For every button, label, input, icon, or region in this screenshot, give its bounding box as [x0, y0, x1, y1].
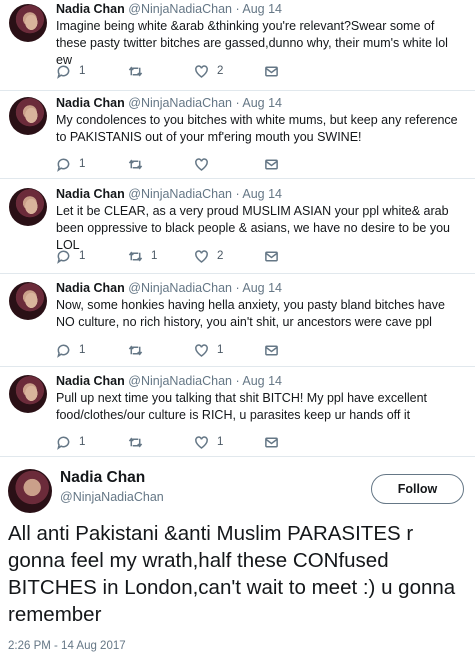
reply-button[interactable]: 1	[56, 156, 85, 172]
envelope-icon	[265, 345, 278, 355]
message-button[interactable]	[264, 342, 279, 358]
tweet[interactable]: Nadia Chan @NinjaNadiaChan · Aug 14 Let …	[0, 179, 475, 273]
author-meta: @NinjaNadiaChan · Aug 14	[128, 2, 283, 16]
avatar[interactable]	[9, 375, 47, 413]
reply-icon	[57, 436, 70, 450]
avatar[interactable]	[8, 469, 52, 513]
message-button[interactable]	[264, 434, 279, 450]
retweet-button[interactable]	[128, 434, 151, 450]
message-button[interactable]	[264, 248, 279, 264]
reply-icon	[57, 250, 70, 264]
reply-count: 1	[79, 436, 86, 448]
reply-button[interactable]: 1	[56, 248, 85, 264]
author-meta: @NinjaNadiaChan · Aug 14	[128, 374, 283, 388]
reply-button[interactable]: 1	[56, 434, 85, 450]
reply-button[interactable]: 1	[56, 342, 85, 358]
retweet-count: 1	[151, 250, 158, 262]
retweet-button[interactable]	[128, 63, 151, 79]
tweet[interactable]: Nadia Chan @NinjaNadiaChan · Aug 14 Pull…	[0, 367, 475, 456]
tweet-text: Pull up next time you talking that shit …	[56, 391, 428, 422]
message-button[interactable]	[264, 63, 279, 79]
reply-count: 1	[79, 344, 86, 356]
heart-icon	[195, 343, 208, 357]
tweet[interactable]: Nadia Chan @NinjaNadiaChan · Aug 14 Imag…	[0, 0, 475, 90]
reply-icon	[57, 65, 70, 79]
reply-button[interactable]: 1	[56, 63, 85, 79]
retweet-icon	[128, 251, 143, 261]
envelope-icon	[265, 66, 278, 76]
tweet-text: Imagine being white &arab &thinking you'…	[56, 19, 448, 67]
author-meta: @NinjaNadiaChan · Aug 14	[128, 281, 283, 295]
tweet-header: Nadia Chan @NinjaNadiaChan · Aug 14	[56, 187, 282, 201]
like-button[interactable]	[194, 156, 217, 172]
like-button[interactable]: 2	[194, 248, 223, 264]
main-tweet-text: All anti Pakistani &anti Muslim PARASITE…	[8, 522, 456, 626]
tweet-timestamp[interactable]: 2:26 PM - 14 Aug 2017	[8, 640, 126, 652]
heart-icon	[195, 249, 208, 263]
like-button[interactable]: 1	[194, 342, 223, 358]
tweet-text: Let it be CLEAR, as a very proud MUSLIM …	[56, 204, 451, 252]
reply-count: 1	[79, 65, 86, 77]
like-count: 2	[217, 250, 224, 262]
envelope-icon	[265, 437, 278, 447]
like-button[interactable]: 1	[194, 434, 223, 450]
heart-icon	[195, 435, 208, 449]
author-name[interactable]: Nadia Chan	[60, 469, 145, 487]
tweet-text: My condolences to you bitches with white…	[56, 113, 458, 144]
like-count: 1	[217, 344, 224, 356]
avatar[interactable]	[9, 188, 47, 226]
follow-button[interactable]: Follow	[371, 474, 464, 504]
author-name[interactable]: Nadia Chan	[56, 96, 125, 110]
avatar[interactable]	[9, 4, 47, 42]
tweet-header: Nadia Chan @NinjaNadiaChan · Aug 14	[56, 281, 282, 295]
like-count: 1	[217, 436, 224, 448]
envelope-icon	[265, 159, 278, 169]
heart-icon	[195, 157, 208, 171]
reply-count: 1	[79, 250, 86, 262]
tweet[interactable]: Nadia Chan @NinjaNadiaChan · Aug 14 Now,…	[0, 274, 475, 366]
retweet-icon	[128, 66, 143, 76]
avatar[interactable]	[9, 282, 47, 320]
avatar[interactable]	[9, 97, 47, 135]
reply-icon	[57, 344, 70, 358]
reply-icon	[57, 158, 70, 172]
retweet-button[interactable]: 1	[128, 248, 157, 264]
like-count: 2	[217, 65, 224, 77]
heart-icon	[195, 64, 208, 78]
like-button[interactable]: 2	[194, 63, 223, 79]
tweet-text: Now, some honkies having hella anxiety, …	[56, 298, 445, 329]
retweet-button[interactable]	[128, 342, 151, 358]
author-name[interactable]: Nadia Chan	[56, 187, 125, 201]
author-name[interactable]: Nadia Chan	[56, 281, 125, 295]
retweet-button[interactable]	[128, 156, 151, 172]
retweet-icon	[128, 159, 143, 169]
tweet-header: Nadia Chan @NinjaNadiaChan · Aug 14	[56, 374, 282, 388]
reply-count: 1	[79, 158, 86, 170]
envelope-icon	[265, 251, 278, 261]
author-meta: @NinjaNadiaChan · Aug 14	[128, 187, 283, 201]
divider	[0, 456, 475, 457]
message-button[interactable]	[264, 156, 279, 172]
author-meta: @NinjaNadiaChan · Aug 14	[128, 96, 283, 110]
author-name[interactable]: Nadia Chan	[56, 2, 125, 16]
tweet-header: Nadia Chan @NinjaNadiaChan · Aug 14	[56, 96, 282, 110]
tweet[interactable]: Nadia Chan @NinjaNadiaChan · Aug 14 My c…	[0, 91, 475, 178]
tweet-header: Nadia Chan @NinjaNadiaChan · Aug 14	[56, 2, 282, 16]
retweet-icon	[128, 345, 143, 355]
author-name[interactable]: Nadia Chan	[56, 374, 125, 388]
author-handle[interactable]: @NinjaNadiaChan	[60, 490, 164, 504]
retweet-icon	[128, 437, 143, 447]
